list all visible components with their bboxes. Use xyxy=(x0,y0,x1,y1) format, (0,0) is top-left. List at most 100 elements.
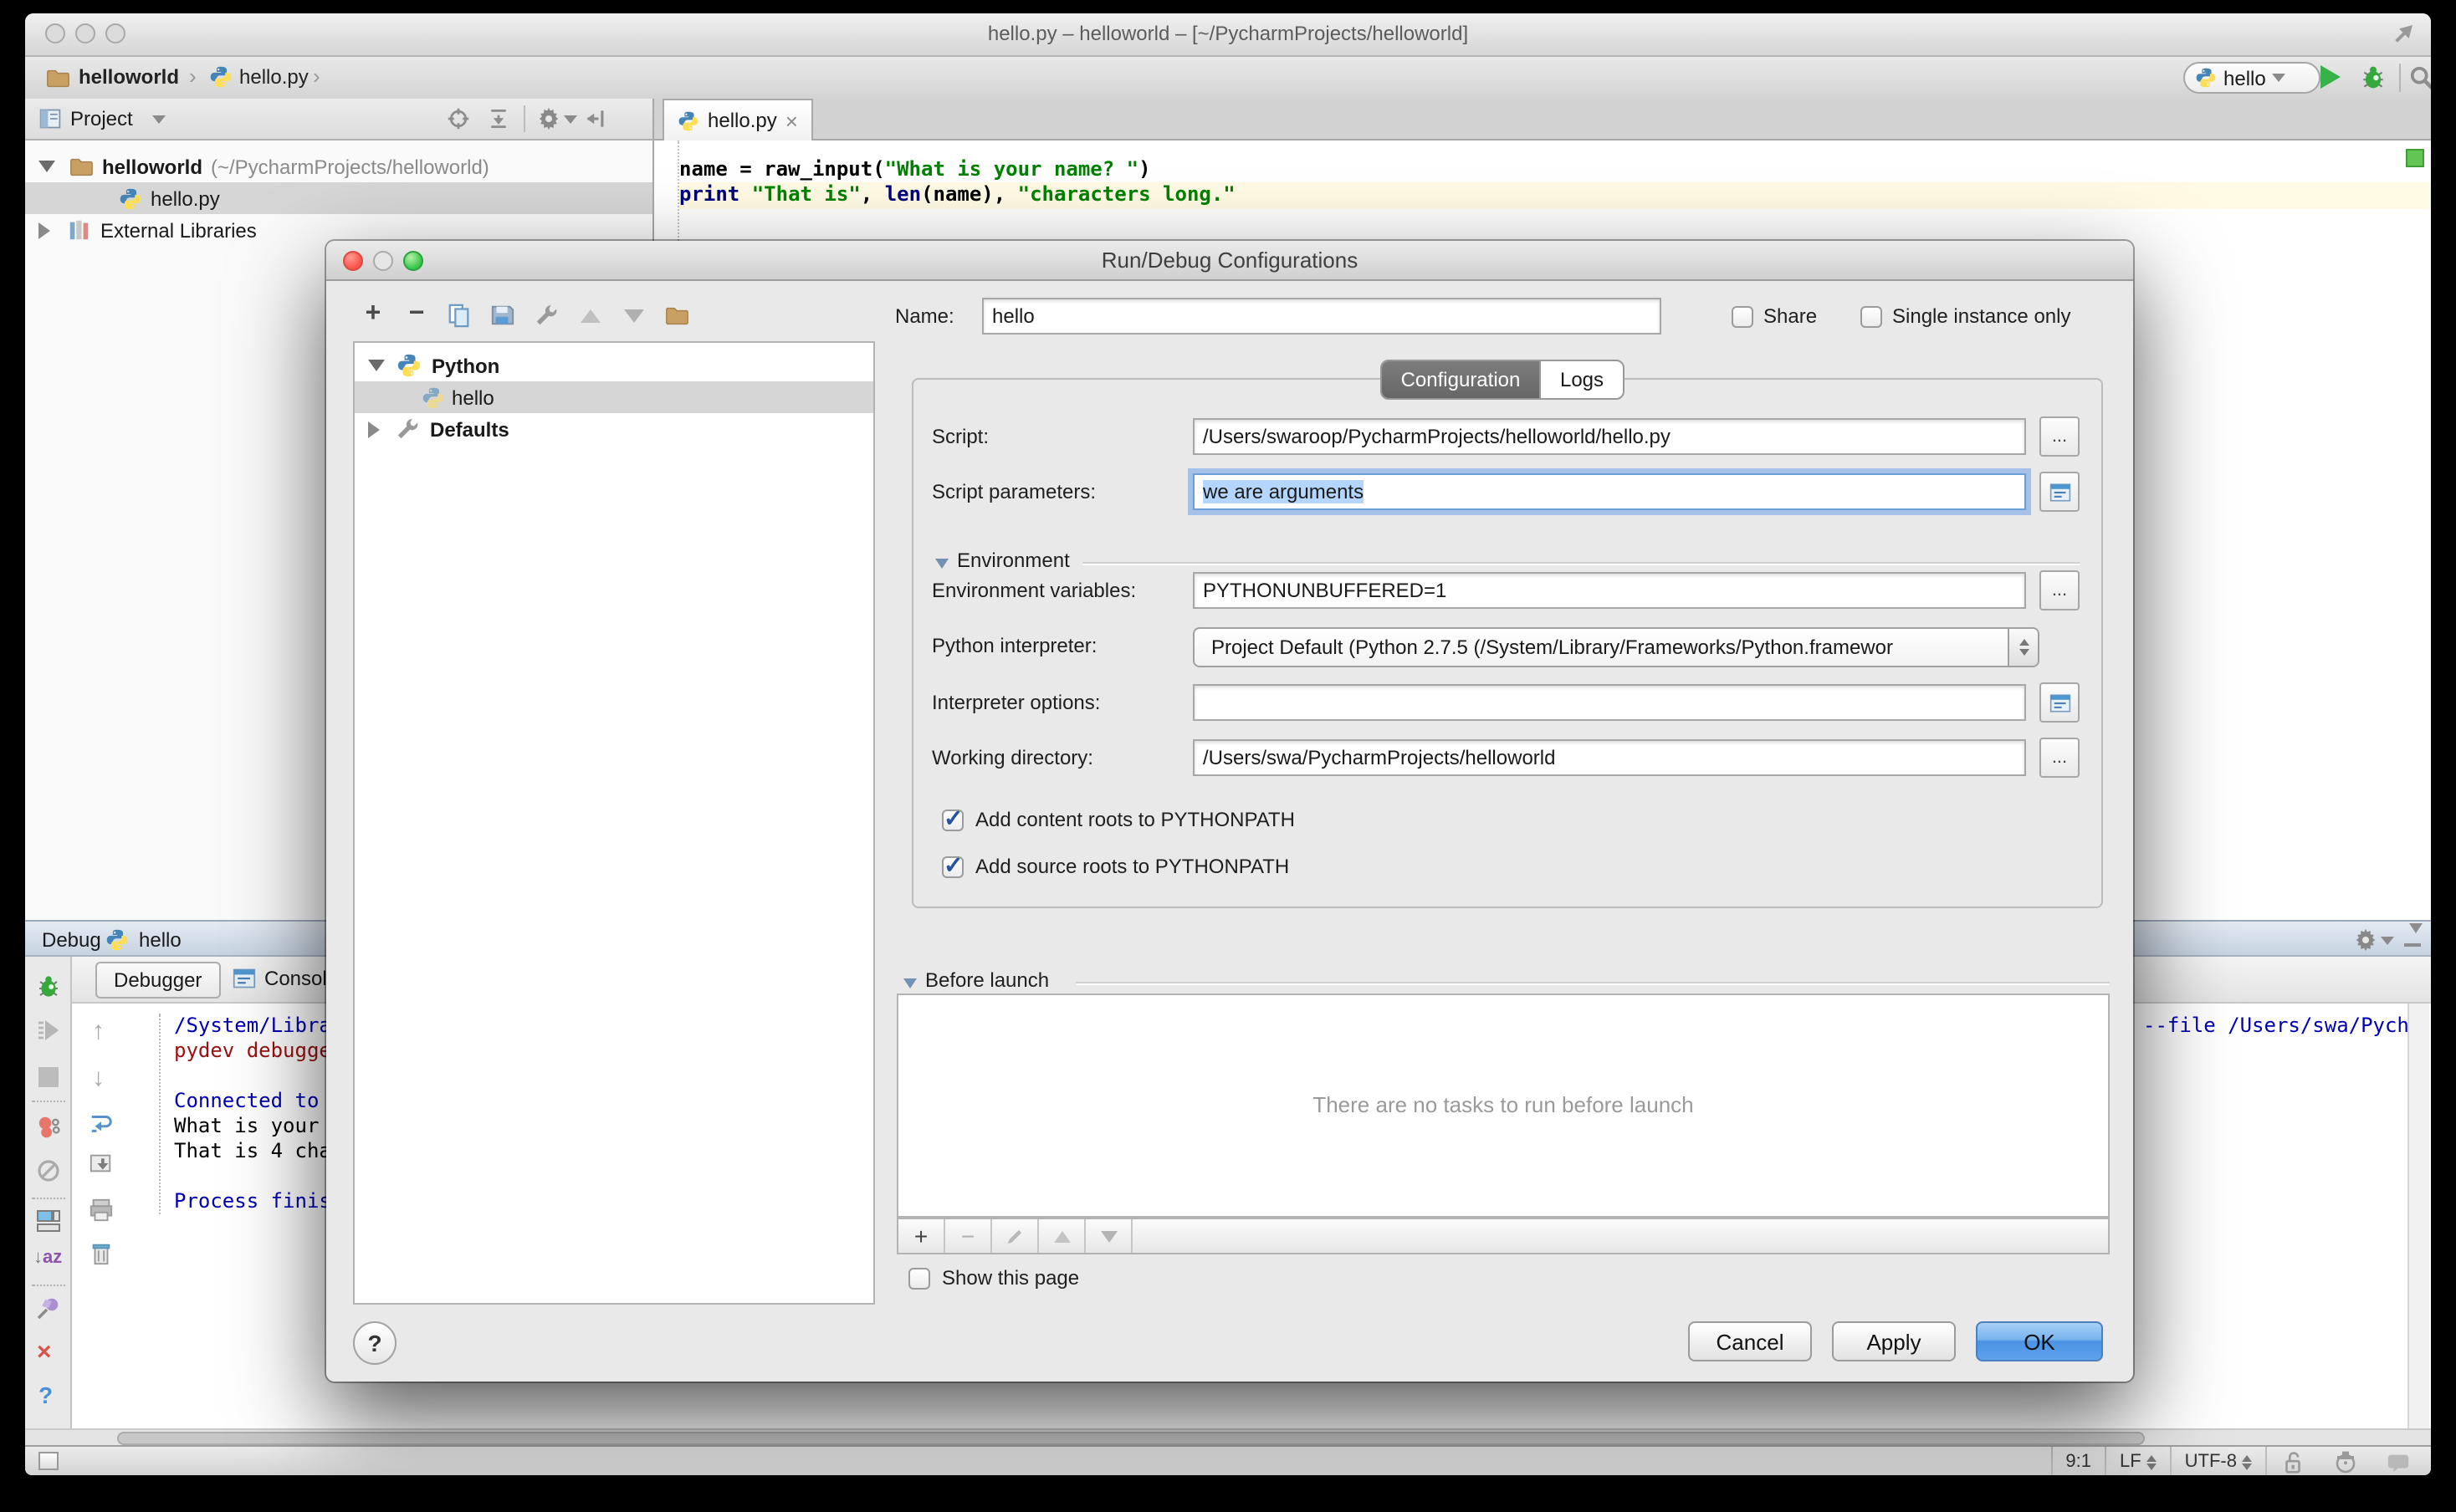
collapse-section-icon[interactable] xyxy=(935,559,949,569)
tool-window-switcher-icon[interactable] xyxy=(38,1452,59,1470)
tree-group-defaults[interactable]: Defaults xyxy=(355,413,873,445)
ok-button[interactable]: OK xyxy=(1976,1321,2103,1361)
collapse-all-button[interactable] xyxy=(487,107,510,130)
working-directory-input[interactable]: /Users/swa/PycharmProjects/helloworld xyxy=(1193,739,2026,776)
close-session-button[interactable]: × xyxy=(37,1338,52,1366)
expand-interpreter-options-button[interactable] xyxy=(2039,682,2080,723)
read-only-lock-icon[interactable] xyxy=(2267,1447,2319,1475)
clear-console-button[interactable] xyxy=(89,1241,114,1266)
move-up-button[interactable] xyxy=(581,309,601,323)
console-horizontal-scrollbar[interactable] xyxy=(25,1428,2431,1445)
single-instance-checkbox[interactable]: Single instance only xyxy=(1860,304,2070,328)
code-line-1: name = raw_input("What is your name? ") xyxy=(679,157,2419,184)
python-icon xyxy=(105,928,129,952)
run-button[interactable] xyxy=(2320,65,2341,89)
hide-panel-button[interactable] xyxy=(584,107,607,130)
add-configuration-button[interactable]: + xyxy=(356,298,390,331)
interpreter-options-input[interactable] xyxy=(1193,684,2026,721)
print-button[interactable] xyxy=(89,1198,114,1223)
down-stack-trace-button[interactable]: ↓ xyxy=(92,1064,105,1092)
name-input[interactable]: hello xyxy=(982,298,1661,335)
help-button[interactable]: ? xyxy=(353,1321,397,1365)
before-launch-task-list[interactable]: There are no tasks to run before launch xyxy=(897,994,2110,1218)
working-directory-browse-button[interactable]: ... xyxy=(2039,738,2080,778)
sort-alphabetically-button[interactable]: ↓az xyxy=(33,1248,62,1268)
save-configuration-button[interactable] xyxy=(490,303,515,328)
script-input[interactable]: /Users/swaroop/PycharmProjects/helloworl… xyxy=(1193,418,2026,455)
stop-button[interactable] xyxy=(38,1067,59,1087)
restore-layout-button[interactable] xyxy=(35,1208,62,1234)
close-tab-icon[interactable]: × xyxy=(785,108,798,133)
environment-variables-browse-button[interactable]: ... xyxy=(2039,570,2080,610)
status-bar: 9:1 LF UTF-8 xyxy=(25,1445,2431,1475)
line-ending-selector[interactable]: LF xyxy=(2106,1447,2170,1475)
dialog-titlebar[interactable]: Run/Debug Configurations xyxy=(326,241,2133,281)
expand-arrow-icon[interactable] xyxy=(368,421,380,437)
move-down-button[interactable] xyxy=(624,309,644,323)
script-parameters-input[interactable]: we are arguments xyxy=(1193,473,2026,510)
edit-task-button[interactable] xyxy=(992,1219,1039,1253)
cancel-button[interactable]: Cancel xyxy=(1688,1321,1812,1361)
rerun-debug-button[interactable] xyxy=(35,973,62,1000)
tree-item-hello-py[interactable]: hello.py xyxy=(25,182,652,214)
add-task-button[interactable]: + xyxy=(898,1219,945,1253)
export-to-file-button[interactable] xyxy=(89,1151,114,1176)
notifications-icon[interactable] xyxy=(2372,1447,2424,1475)
highlighting-level-hector-icon[interactable] xyxy=(2319,1447,2372,1475)
scroll-from-source-button[interactable] xyxy=(447,107,470,130)
collapse-section-icon[interactable] xyxy=(903,978,917,988)
up-stack-trace-button[interactable]: ↑ xyxy=(92,1017,105,1045)
script-browse-button[interactable]: ... xyxy=(2039,416,2080,457)
divider xyxy=(32,1285,65,1286)
copy-configuration-button[interactable] xyxy=(447,303,472,328)
before-launch-section-label[interactable]: Before launch xyxy=(925,968,1049,992)
add-content-roots-checkbox[interactable]: Add content roots to PYTHONPATH xyxy=(942,808,1295,831)
hide-tool-window-button[interactable] xyxy=(2404,930,2421,947)
help-button[interactable]: ? xyxy=(38,1382,53,1408)
encoding-selector[interactable]: UTF-8 xyxy=(2172,1447,2265,1475)
apply-button[interactable]: Apply xyxy=(1832,1321,1956,1361)
panel-settings-gear-button[interactable] xyxy=(2354,928,2377,952)
tree-item-project-root[interactable]: helloworld (~/PycharmProjects/helloworld… xyxy=(25,151,652,182)
tree-group-python[interactable]: Python xyxy=(355,350,873,381)
expand-parameters-button[interactable] xyxy=(2039,472,2080,512)
debug-button[interactable] xyxy=(2359,64,2387,92)
view-breakpoints-button[interactable] xyxy=(35,1114,62,1141)
run-config-selector[interactable]: hello xyxy=(2183,62,2320,94)
collapse-arrow-icon[interactable] xyxy=(368,360,385,371)
create-folder-button[interactable] xyxy=(664,303,689,328)
resume-button[interactable] xyxy=(35,1017,62,1044)
search-everywhere-icon[interactable] xyxy=(2409,65,2431,90)
add-source-roots-checkbox[interactable]: Add source roots to PYTHONPATH xyxy=(942,855,1289,878)
tab-debugger[interactable]: Debugger xyxy=(95,962,220,999)
remove-configuration-button[interactable]: − xyxy=(400,298,433,331)
environment-variables-input[interactable]: PYTHONUNBUFFERED=1 xyxy=(1193,572,2026,609)
console-vertical-scrollbar[interactable] xyxy=(2407,1004,2429,1428)
show-this-page-checkbox[interactable]: Show this page xyxy=(908,1266,1079,1290)
project-panel-title[interactable]: Project xyxy=(70,107,133,130)
environment-section-label[interactable]: Environment xyxy=(957,549,1070,572)
chevron-down-icon xyxy=(2273,74,2286,82)
window-titlebar[interactable]: hello.py – helloworld – [~/PycharmProjec… xyxy=(25,13,2431,57)
editor-tab-hello-py[interactable]: hello.py × xyxy=(663,99,813,140)
settings-gear-button[interactable] xyxy=(537,107,560,130)
breadcrumb-file[interactable]: hello.py xyxy=(239,65,309,89)
edit-defaults-button[interactable] xyxy=(534,303,559,328)
share-checkbox[interactable]: Share xyxy=(1732,304,1817,328)
pin-tab-button[interactable] xyxy=(35,1295,62,1321)
caret-position-widget[interactable]: 9:1 xyxy=(2052,1447,2105,1475)
tab-configuration[interactable]: Configuration xyxy=(1382,361,1539,398)
remove-task-button[interactable]: − xyxy=(945,1219,992,1253)
tree-item-hello-config[interactable]: hello xyxy=(355,381,873,413)
divider xyxy=(524,105,525,132)
python-interpreter-select[interactable]: Project Default (Python 2.7.5 (/System/L… xyxy=(1193,627,2039,667)
move-task-down-button[interactable] xyxy=(1086,1219,1133,1253)
expand-arrow-icon[interactable] xyxy=(38,222,50,238)
breadcrumb-project[interactable]: helloworld xyxy=(79,65,179,89)
collapse-arrow-icon[interactable] xyxy=(38,161,55,172)
move-task-up-button[interactable] xyxy=(1039,1219,1086,1253)
soft-wraps-button[interactable] xyxy=(89,1111,114,1136)
scrollbar-thumb[interactable] xyxy=(117,1432,2145,1445)
mute-breakpoints-button[interactable] xyxy=(35,1157,62,1184)
tab-logs[interactable]: Logs xyxy=(1539,361,1623,398)
